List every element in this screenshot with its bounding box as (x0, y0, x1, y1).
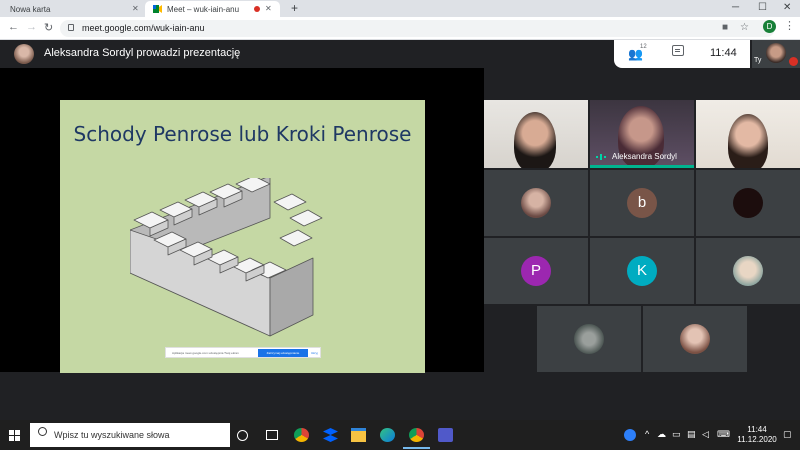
dropbox-icon[interactable] (323, 428, 338, 442)
participant-name: Aleksandra Sordyl (612, 152, 677, 161)
more-menu-icon[interactable]: ⋮ (784, 19, 795, 32)
speaking-icon (596, 154, 606, 160)
lock-icon[interactable] (68, 24, 74, 31)
minimize-icon[interactable]: ─ (732, 2, 739, 13)
meeting-clock: 11:44 (710, 47, 737, 59)
address-bar[interactable]: meet.google.com/wuk-iain-anu ■ ☆ (60, 20, 775, 37)
participant-tile[interactable] (696, 170, 800, 236)
chrome-icon[interactable] (294, 428, 309, 442)
recording-icon (254, 6, 260, 12)
participant-video (728, 114, 768, 168)
participant-tile[interactable] (537, 306, 641, 372)
windows-start-icon[interactable] (9, 430, 20, 441)
system-date: 11.12.2020 (737, 435, 777, 444)
forward-icon[interactable]: → (26, 21, 37, 33)
bookmark-star-icon[interactable]: ☆ (740, 22, 749, 33)
screen-share-notice: Aplikacja meet.google.com udostępnia Twó… (165, 347, 321, 358)
share-notice-text: Aplikacja meet.google.com udostępnia Twó… (172, 351, 239, 355)
tab-strip: Nowa karta ✕ Meet – wuk-iain-anu ✕ + ─ ☐… (0, 0, 800, 17)
windows-taskbar: Wpisz tu wyszukiwane słowa ^ ☁ ▭ ▤ ◁ ⌨ 1… (0, 420, 800, 450)
participant-tile[interactable] (696, 238, 800, 304)
participant-avatar (574, 324, 604, 354)
participant-avatar (733, 188, 763, 218)
notifications-icon[interactable]: ▢ (783, 429, 792, 440)
participant-avatar: P (521, 256, 551, 286)
system-clock[interactable]: 11:44 11.12.2020 (737, 425, 777, 445)
close-tab-icon[interactable]: ✕ (265, 4, 272, 13)
slide-title: Schody Penrose lub Kroki Penrose (73, 122, 412, 146)
penrose-stairs-image (130, 178, 323, 337)
search-placeholder: Wpisz tu wyszukiwane słowa (54, 430, 170, 440)
url-text: meet.google.com/wuk-iain-anu (82, 23, 205, 33)
file-explorer-icon[interactable] (351, 428, 366, 442)
hide-button[interactable]: Ukryj (311, 351, 318, 355)
participant-video-tile-speaking[interactable]: Aleksandra Sordyl (590, 100, 694, 168)
participant-tile[interactable]: b (590, 170, 694, 236)
system-time: 11:44 (747, 425, 767, 434)
battery-icon[interactable]: ▭ (672, 429, 681, 440)
chat-icon[interactable] (672, 45, 684, 56)
help-icon[interactable] (624, 429, 636, 441)
meeting-info-card: 👥 12 11:44 (614, 40, 750, 68)
chrome-active-icon[interactable] (409, 428, 424, 442)
volume-icon[interactable]: ◁ (702, 429, 709, 440)
participant-avatar: K (627, 256, 657, 286)
teams-icon[interactable] (438, 428, 453, 442)
people-count: 12 (640, 44, 647, 50)
tab-label: Nowa karta (10, 5, 51, 14)
participant-video-tile[interactable] (484, 100, 588, 168)
participant-video (514, 112, 556, 168)
presenter-avatar (14, 44, 34, 64)
new-tab-icon[interactable]: + (291, 1, 298, 15)
participant-tile[interactable] (643, 306, 747, 372)
mic-off-icon (789, 57, 798, 66)
participant-avatar (521, 188, 551, 218)
back-icon[interactable]: ← (8, 21, 19, 33)
presentation-slide: Schody Penrose lub Kroki Penrose Aplikac… (60, 100, 425, 373)
presenter-text: Aleksandra Sordyl prowadzi prezentację (44, 47, 241, 59)
google-meet-icon (153, 5, 162, 13)
participant-tile[interactable]: K (590, 238, 694, 304)
tab-meet[interactable]: Meet – wuk-iain-anu ✕ (145, 1, 280, 17)
active-app-indicator (403, 447, 430, 449)
stop-sharing-button[interactable]: Zatrzymaj udostępnianie (258, 349, 308, 357)
self-video (766, 43, 786, 63)
search-icon (38, 427, 47, 436)
participant-avatar (680, 324, 710, 354)
self-view[interactable]: Ty (752, 40, 800, 68)
language-icon[interactable]: ⌨ (717, 429, 730, 440)
browser-toolbar: ← → ↻ meet.google.com/wuk-iain-anu ■ ☆ D… (0, 17, 800, 40)
tab-new-tab[interactable]: Nowa karta ✕ (0, 1, 145, 17)
participant-avatar (733, 256, 763, 286)
cortana-icon[interactable] (237, 430, 248, 441)
close-tab-icon[interactable]: ✕ (132, 4, 139, 13)
tab-label: Meet – wuk-iain-anu (167, 5, 240, 14)
participant-grid: Aleksandra Sordyl b P K (484, 100, 800, 373)
maximize-icon[interactable]: ☐ (758, 2, 767, 13)
network-icon[interactable]: ▤ (687, 429, 696, 440)
onedrive-icon[interactable]: ☁ (657, 429, 666, 440)
participant-video-tile[interactable] (696, 100, 800, 168)
profile-avatar[interactable]: D (763, 20, 776, 33)
taskbar-search-box[interactable]: Wpisz tu wyszukiwane słowa (30, 423, 230, 447)
participant-avatar: b (627, 188, 657, 218)
close-window-icon[interactable]: ✕ (783, 2, 791, 13)
reload-icon[interactable]: ↻ (44, 21, 53, 34)
show-hidden-icons[interactable]: ^ (645, 429, 649, 439)
task-view-icon[interactable] (266, 430, 278, 440)
edge-icon[interactable] (380, 428, 395, 442)
participant-tile[interactable] (484, 170, 588, 236)
self-label: Ty (754, 57, 762, 64)
participant-tile[interactable]: P (484, 238, 588, 304)
camera-icon[interactable]: ■ (722, 22, 728, 33)
